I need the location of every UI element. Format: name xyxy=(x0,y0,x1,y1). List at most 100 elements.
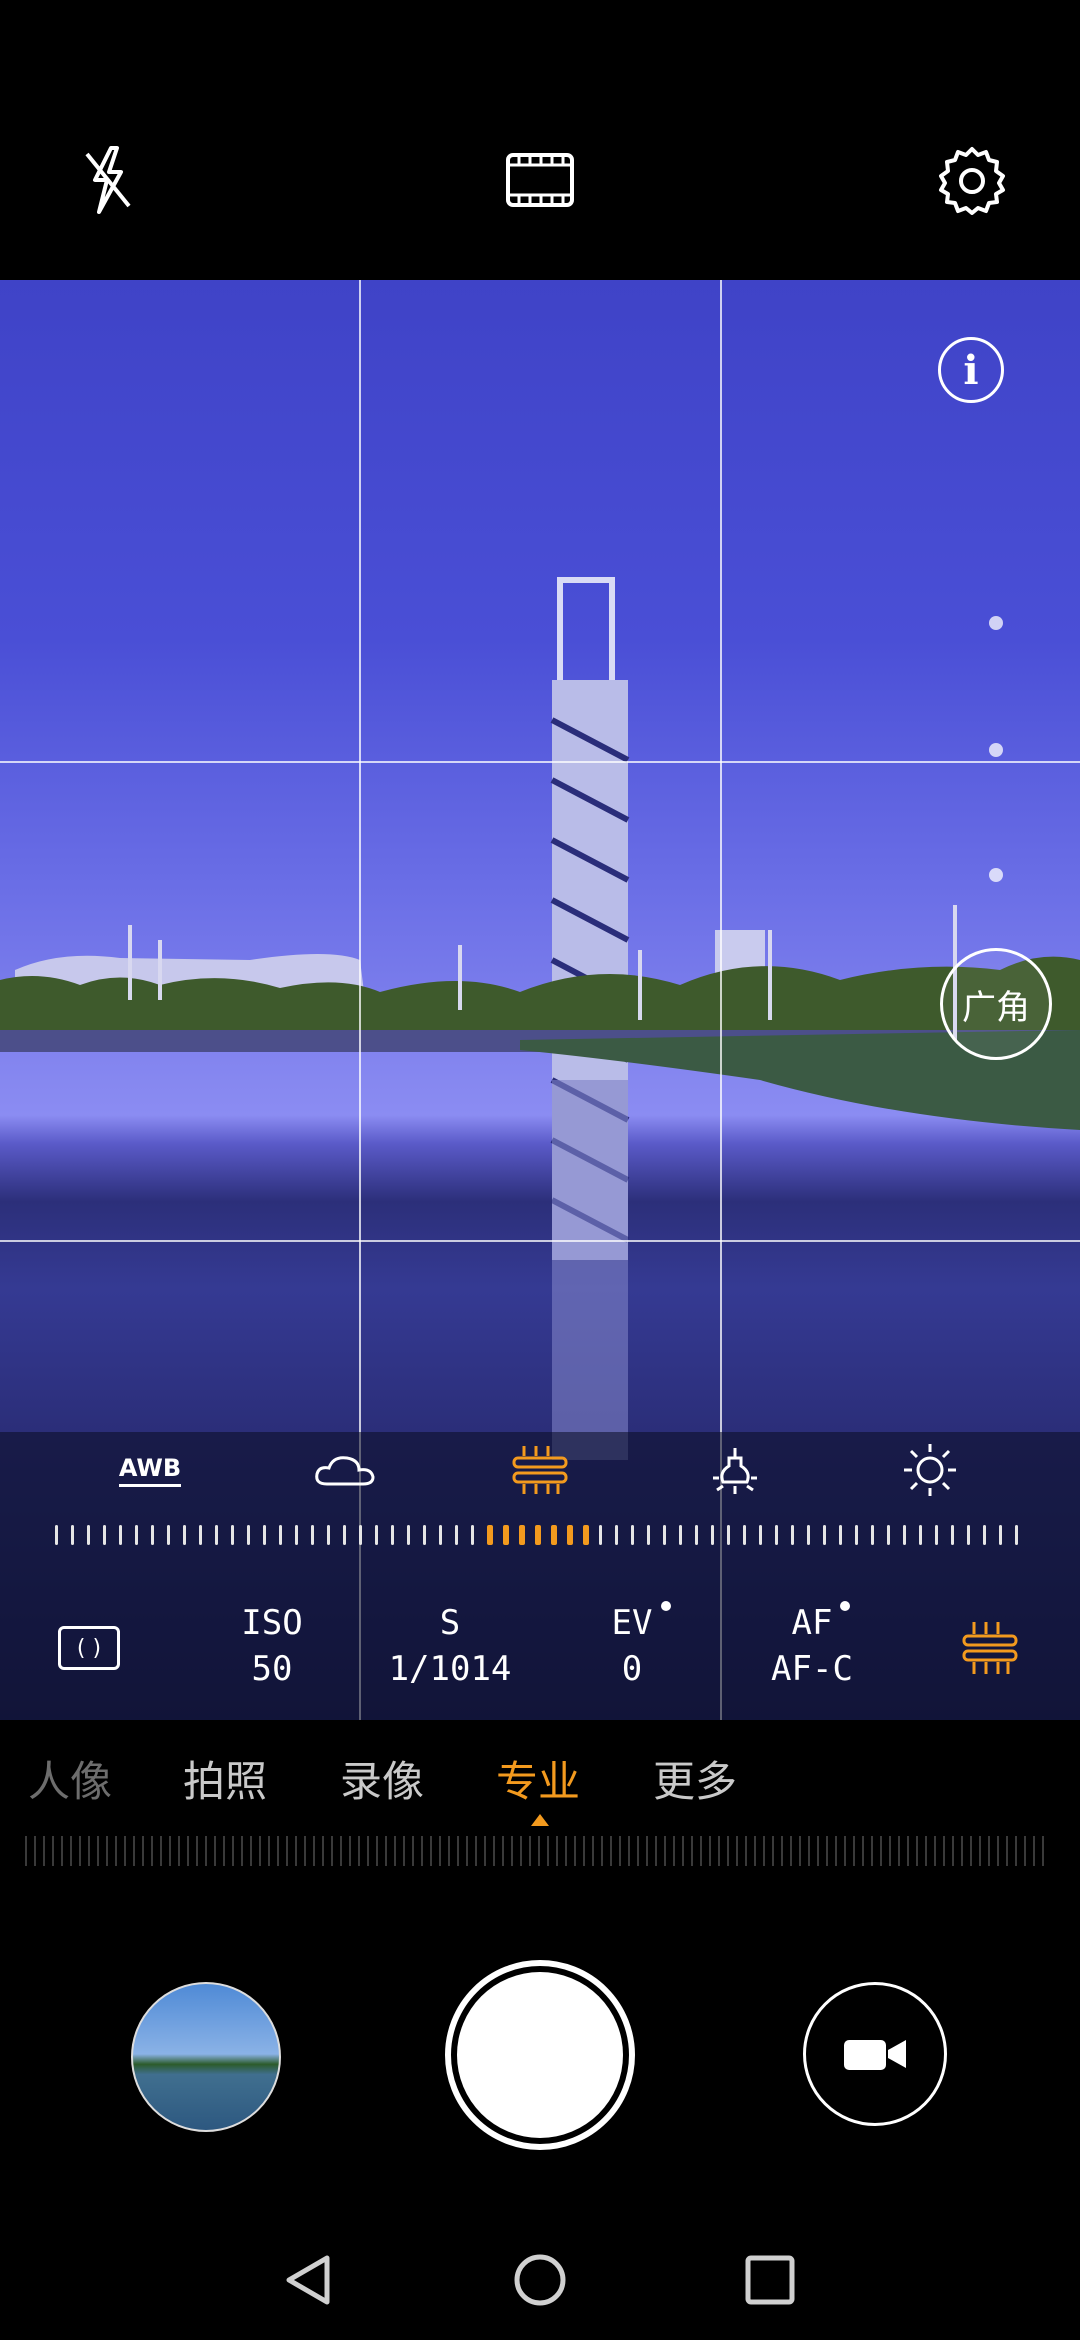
mode-tick xyxy=(583,1836,585,1866)
info-icon[interactable]: i xyxy=(938,337,1004,403)
mode-tick xyxy=(484,1836,486,1866)
mode-photo[interactable]: 拍照 xyxy=(183,1748,267,1809)
awb-button[interactable]: AWB xyxy=(105,1440,195,1500)
wb-selected-icon[interactable] xyxy=(960,1620,1020,1676)
slider-tick xyxy=(503,1525,509,1545)
mode-tick xyxy=(340,1836,342,1866)
mode-video[interactable]: 录像 xyxy=(340,1748,424,1809)
mode-tick xyxy=(727,1836,729,1866)
mode-tick xyxy=(295,1836,297,1866)
mode-tick xyxy=(592,1836,594,1866)
slider-tick xyxy=(951,1525,954,1545)
mode-tick xyxy=(754,1836,756,1866)
mode-scroll-strip[interactable] xyxy=(25,1836,1055,1866)
mode-tick xyxy=(565,1836,567,1866)
iso-control[interactable]: ISO 50 xyxy=(192,1600,352,1692)
record-video-button[interactable] xyxy=(803,1982,947,2126)
mode-pro[interactable]: 专业 xyxy=(496,1748,580,1809)
ev-control[interactable]: EV 0 xyxy=(552,1600,712,1692)
mode-tick xyxy=(115,1836,117,1866)
mode-tick xyxy=(358,1836,360,1866)
recents-icon[interactable] xyxy=(730,2250,810,2310)
ev-auto-dot xyxy=(661,1601,671,1611)
home-icon[interactable] xyxy=(500,2250,580,2310)
mode-tick xyxy=(124,1836,126,1866)
mode-tick xyxy=(556,1836,558,1866)
settings-icon[interactable] xyxy=(932,140,1012,220)
slider-tick xyxy=(391,1525,394,1545)
mode-tick xyxy=(70,1836,72,1866)
mode-tick xyxy=(799,1836,801,1866)
mode-tick xyxy=(457,1836,459,1866)
slider-tick xyxy=(871,1525,874,1545)
fluorescent-icon[interactable] xyxy=(495,1440,585,1500)
mode-tick xyxy=(52,1836,54,1866)
white-balance-slider[interactable] xyxy=(55,1525,1025,1545)
mode-tick xyxy=(952,1836,954,1866)
slider-tick xyxy=(727,1525,730,1545)
slider-tick xyxy=(1015,1525,1018,1545)
af-value: AF-C xyxy=(771,1649,853,1689)
mode-tick xyxy=(601,1836,603,1866)
mode-indicator xyxy=(531,1814,549,1826)
slider-tick xyxy=(423,1525,426,1545)
back-icon[interactable] xyxy=(268,2250,348,2310)
mode-tick xyxy=(691,1836,693,1866)
ev-value: 0 xyxy=(621,1649,643,1689)
gallery-thumbnail[interactable] xyxy=(131,1982,281,2132)
mode-tick xyxy=(709,1836,711,1866)
mode-tick xyxy=(421,1836,423,1866)
zoom-dot[interactable] xyxy=(989,616,1003,630)
mode-tick xyxy=(169,1836,171,1866)
mode-tick xyxy=(628,1836,630,1866)
zoom-dot[interactable] xyxy=(989,868,1003,882)
mode-tick xyxy=(142,1836,144,1866)
mode-tick xyxy=(304,1836,306,1866)
zoom-dot[interactable] xyxy=(989,743,1003,757)
cloudy-icon[interactable] xyxy=(300,1440,390,1500)
mode-portrait[interactable]: 人像 xyxy=(28,1748,112,1809)
mode-tick xyxy=(763,1836,765,1866)
video-camera-icon xyxy=(844,2040,906,2070)
slider-tick xyxy=(695,1525,698,1545)
slider-tick xyxy=(119,1525,122,1545)
zoom-wide-button[interactable]: 广角 xyxy=(940,948,1052,1060)
slider-tick xyxy=(487,1525,493,1545)
daylight-icon[interactable] xyxy=(885,1440,975,1500)
mode-tick xyxy=(745,1836,747,1866)
aspect-ratio-icon[interactable] xyxy=(500,140,580,220)
incandescent-icon[interactable] xyxy=(690,1440,780,1500)
mode-more[interactable]: 更多 xyxy=(653,1748,737,1809)
mode-tick xyxy=(1024,1836,1026,1866)
slider-tick xyxy=(823,1525,826,1545)
flash-off-icon[interactable] xyxy=(67,140,147,220)
mode-tick xyxy=(826,1836,828,1866)
mode-tick xyxy=(538,1836,540,1866)
slider-tick xyxy=(519,1525,525,1545)
slider-tick xyxy=(759,1525,762,1545)
metering-icon[interactable]: ( ) xyxy=(58,1626,120,1670)
mode-tick xyxy=(493,1836,495,1866)
mode-tick xyxy=(367,1836,369,1866)
slider-tick xyxy=(855,1525,858,1545)
shutter-button[interactable] xyxy=(445,1960,635,2150)
mode-tick xyxy=(943,1836,945,1866)
af-label: AF xyxy=(791,1603,833,1643)
slider-tick xyxy=(807,1525,810,1545)
mode-tick xyxy=(232,1836,234,1866)
mode-tick xyxy=(385,1836,387,1866)
mode-tick xyxy=(862,1836,864,1866)
slider-tick xyxy=(87,1525,90,1545)
slider-tick xyxy=(663,1525,666,1545)
mode-tick xyxy=(331,1836,333,1866)
mode-tick xyxy=(1033,1836,1035,1866)
slider-tick xyxy=(151,1525,154,1545)
slider-tick xyxy=(167,1525,170,1545)
mode-tick xyxy=(889,1836,891,1866)
mode-tick xyxy=(43,1836,45,1866)
shutter-speed-control[interactable]: S 1/1014 xyxy=(370,1600,530,1692)
af-control[interactable]: AF AF-C xyxy=(732,1600,892,1692)
slider-tick xyxy=(183,1525,186,1545)
slider-tick xyxy=(295,1525,298,1545)
mode-tick xyxy=(313,1836,315,1866)
